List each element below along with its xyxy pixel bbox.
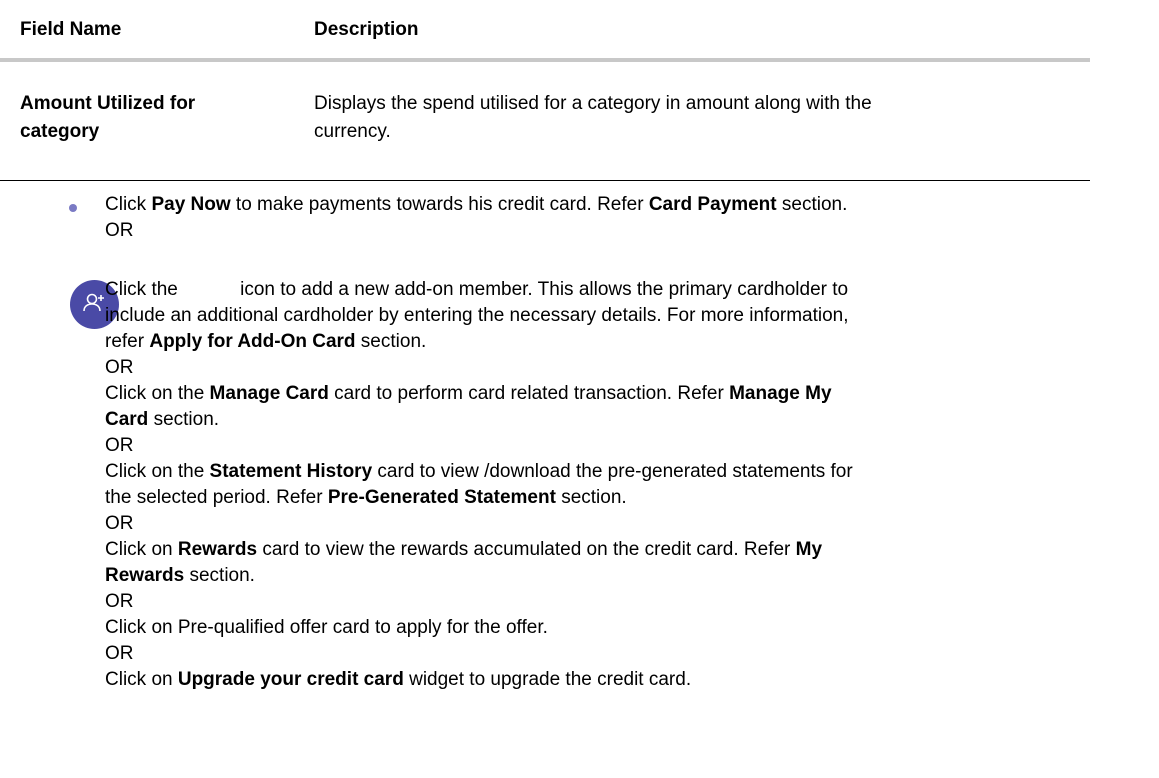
header-description: Description	[314, 19, 419, 40]
addon-line-3: refer Apply for Add-On Card section.	[105, 331, 427, 352]
pay-now-text: Pay Now	[151, 194, 231, 215]
manage-card-line-1: Click on the Manage Card card to perform…	[105, 383, 832, 404]
addon-line-1: Click the icon to add a new add-on membe…	[105, 279, 849, 300]
or-separator: OR	[105, 220, 134, 241]
or-separator: OR	[105, 513, 134, 534]
statement-line-1: Click on the Statement History card to v…	[105, 461, 853, 482]
apply-addon-text: Apply for Add-On Card	[149, 331, 356, 352]
prequalified-line: Click on Pre-qualified offer card to app…	[105, 617, 548, 638]
table-bottom-divider	[0, 180, 1090, 181]
table-row: Amount Utilized for category Displays th…	[0, 62, 1090, 180]
rewards-text: Rewards	[177, 539, 258, 560]
addon-line-2: include an additional cardholder by ente…	[105, 305, 849, 326]
manage-card-line-2: Card section.	[105, 409, 220, 430]
table-header-row: Field Name Description	[0, 0, 1090, 58]
statement-history-text: Statement History	[209, 461, 373, 482]
statement-line-2: the selected period. Refer Pre-Generated…	[105, 487, 627, 508]
or-separator: OR	[105, 357, 134, 378]
or-separator: OR	[105, 591, 134, 612]
or-separator: OR	[105, 643, 134, 664]
row-field-name: Amount Utilized for category	[20, 93, 196, 142]
list-item-pay-now: Click Pay Now to make payments towards h…	[105, 194, 848, 215]
card-payment-text: Card Payment	[648, 194, 777, 215]
upgrade-card-text: Upgrade your credit card	[177, 669, 404, 690]
rewards-line-1: Click on Rewards card to view the reward…	[105, 539, 823, 560]
header-field-name: Field Name	[20, 19, 122, 40]
manage-card-text: Manage Card	[209, 383, 329, 404]
rewards-line-2: Rewards section.	[105, 565, 255, 586]
or-separator: OR	[105, 435, 134, 456]
row-description: Displays the spend utilised for a catego…	[314, 93, 872, 142]
bullet-icon	[69, 204, 77, 212]
upgrade-line: Click on Upgrade your credit card widget…	[105, 669, 692, 690]
